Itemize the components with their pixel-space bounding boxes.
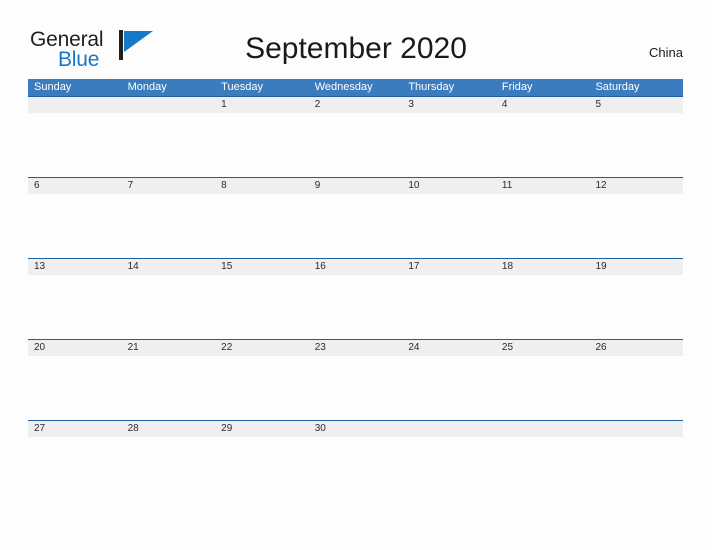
day-number	[408, 421, 496, 437]
day-cell[interactable]: 13	[28, 259, 122, 339]
weekday-header-tuesday: Tuesday	[221, 81, 263, 93]
day-number: 1	[221, 99, 227, 110]
page-title: September 2020	[245, 32, 467, 65]
day-number: 23	[314, 342, 326, 353]
day-number: 12	[595, 180, 607, 191]
day-number: 19	[595, 261, 607, 272]
week-row: 20 21 22 23 24 25 26	[28, 339, 683, 420]
day-cell[interactable]: 16	[309, 259, 403, 339]
week-row: 1 2 3 4 5	[28, 96, 683, 177]
day-cell[interactable]: 28	[122, 421, 216, 501]
day-number: 18	[501, 261, 514, 272]
day-cell[interactable]	[589, 421, 683, 501]
day-cell[interactable]: 4	[496, 97, 590, 177]
day-cell[interactable]: 22	[215, 340, 309, 420]
day-number: 26	[595, 342, 607, 353]
day-cell[interactable]: 25	[496, 340, 590, 420]
day-cell[interactable]: 30	[309, 421, 403, 501]
day-number: 16	[314, 261, 326, 272]
day-cell[interactable]: 1	[215, 97, 309, 177]
weekday-header-row: Sunday Monday Tuesday Wednesday Thursday…	[28, 79, 683, 96]
day-number: 11	[501, 180, 513, 191]
day-cell[interactable]	[28, 97, 122, 177]
day-cell[interactable]: 14	[122, 259, 216, 339]
day-cell[interactable]: 24	[402, 340, 496, 420]
day-cell[interactable]: 19	[589, 259, 683, 339]
day-cell[interactable]: 21	[122, 340, 216, 420]
day-number	[34, 97, 122, 113]
day-cell[interactable]: 20	[28, 340, 122, 420]
day-number: 6	[34, 180, 40, 191]
week-row: 27 28 29 30	[28, 420, 683, 501]
day-number: 28	[127, 423, 139, 434]
day-cell[interactable]	[402, 421, 496, 501]
page-header: General Blue September 2020 China	[0, 0, 712, 79]
day-number: 20	[34, 342, 46, 353]
day-number	[128, 97, 216, 113]
day-cell[interactable]: 29	[215, 421, 309, 501]
day-cell[interactable]: 12	[589, 178, 683, 258]
day-number: 3	[408, 99, 414, 110]
day-number: 15	[221, 261, 233, 272]
day-number	[502, 421, 590, 437]
weekday-header-friday: Friday	[501, 81, 533, 93]
day-cell[interactable]: 27	[28, 421, 122, 501]
day-number: 30	[314, 423, 326, 434]
day-cell[interactable]: 3	[402, 97, 496, 177]
day-number: 22	[221, 342, 233, 353]
day-number: 14	[127, 261, 139, 272]
calendar-grid: Sunday Monday Tuesday Wednesday Thursday…	[28, 79, 683, 501]
day-cell[interactable]: 6	[28, 178, 122, 258]
day-cell[interactable]: 7	[122, 178, 216, 258]
day-cell[interactable]: 11	[496, 178, 590, 258]
day-cell[interactable]	[122, 97, 216, 177]
day-cell[interactable]: 9	[309, 178, 403, 258]
weekday-header-saturday: Saturday	[595, 81, 640, 93]
weekday-header-sunday: Sunday	[34, 81, 72, 93]
weekday-header-monday: Monday	[127, 81, 167, 93]
day-number: 21	[127, 342, 139, 353]
day-number: 29	[221, 423, 233, 434]
day-number: 10	[408, 180, 420, 191]
day-cell[interactable]	[496, 421, 590, 501]
day-number	[595, 421, 683, 437]
logo-text-blue: Blue	[58, 48, 100, 71]
day-cell[interactable]: 23	[309, 340, 403, 420]
day-cell[interactable]: 17	[402, 259, 496, 339]
day-number: 8	[221, 180, 227, 191]
day-cell[interactable]: 10	[402, 178, 496, 258]
weekday-header-thursday: Thursday	[408, 81, 455, 93]
day-number: 25	[501, 342, 514, 353]
day-cell[interactable]: 18	[496, 259, 590, 339]
day-cell[interactable]: 15	[215, 259, 309, 339]
week-row: 6 7 8 9 10 11 12	[28, 177, 683, 258]
flag-icon	[119, 30, 157, 60]
day-number: 4	[501, 99, 508, 110]
day-cell[interactable]: 5	[589, 97, 683, 177]
day-number: 9	[314, 180, 321, 191]
day-number: 13	[34, 261, 46, 272]
day-number: 2	[314, 99, 321, 110]
week-row: 13 14 15 16 17 18 19	[28, 258, 683, 339]
day-number: 24	[408, 342, 420, 353]
region-label: China	[649, 45, 683, 60]
day-cell[interactable]: 2	[309, 97, 403, 177]
weekday-header-wednesday: Wednesday	[314, 81, 373, 93]
day-number: 17	[408, 261, 420, 272]
day-number: 5	[595, 99, 602, 110]
day-cell[interactable]: 8	[215, 178, 309, 258]
day-number: 7	[127, 180, 134, 191]
day-cell[interactable]: 26	[589, 340, 683, 420]
day-number: 27	[34, 423, 46, 434]
